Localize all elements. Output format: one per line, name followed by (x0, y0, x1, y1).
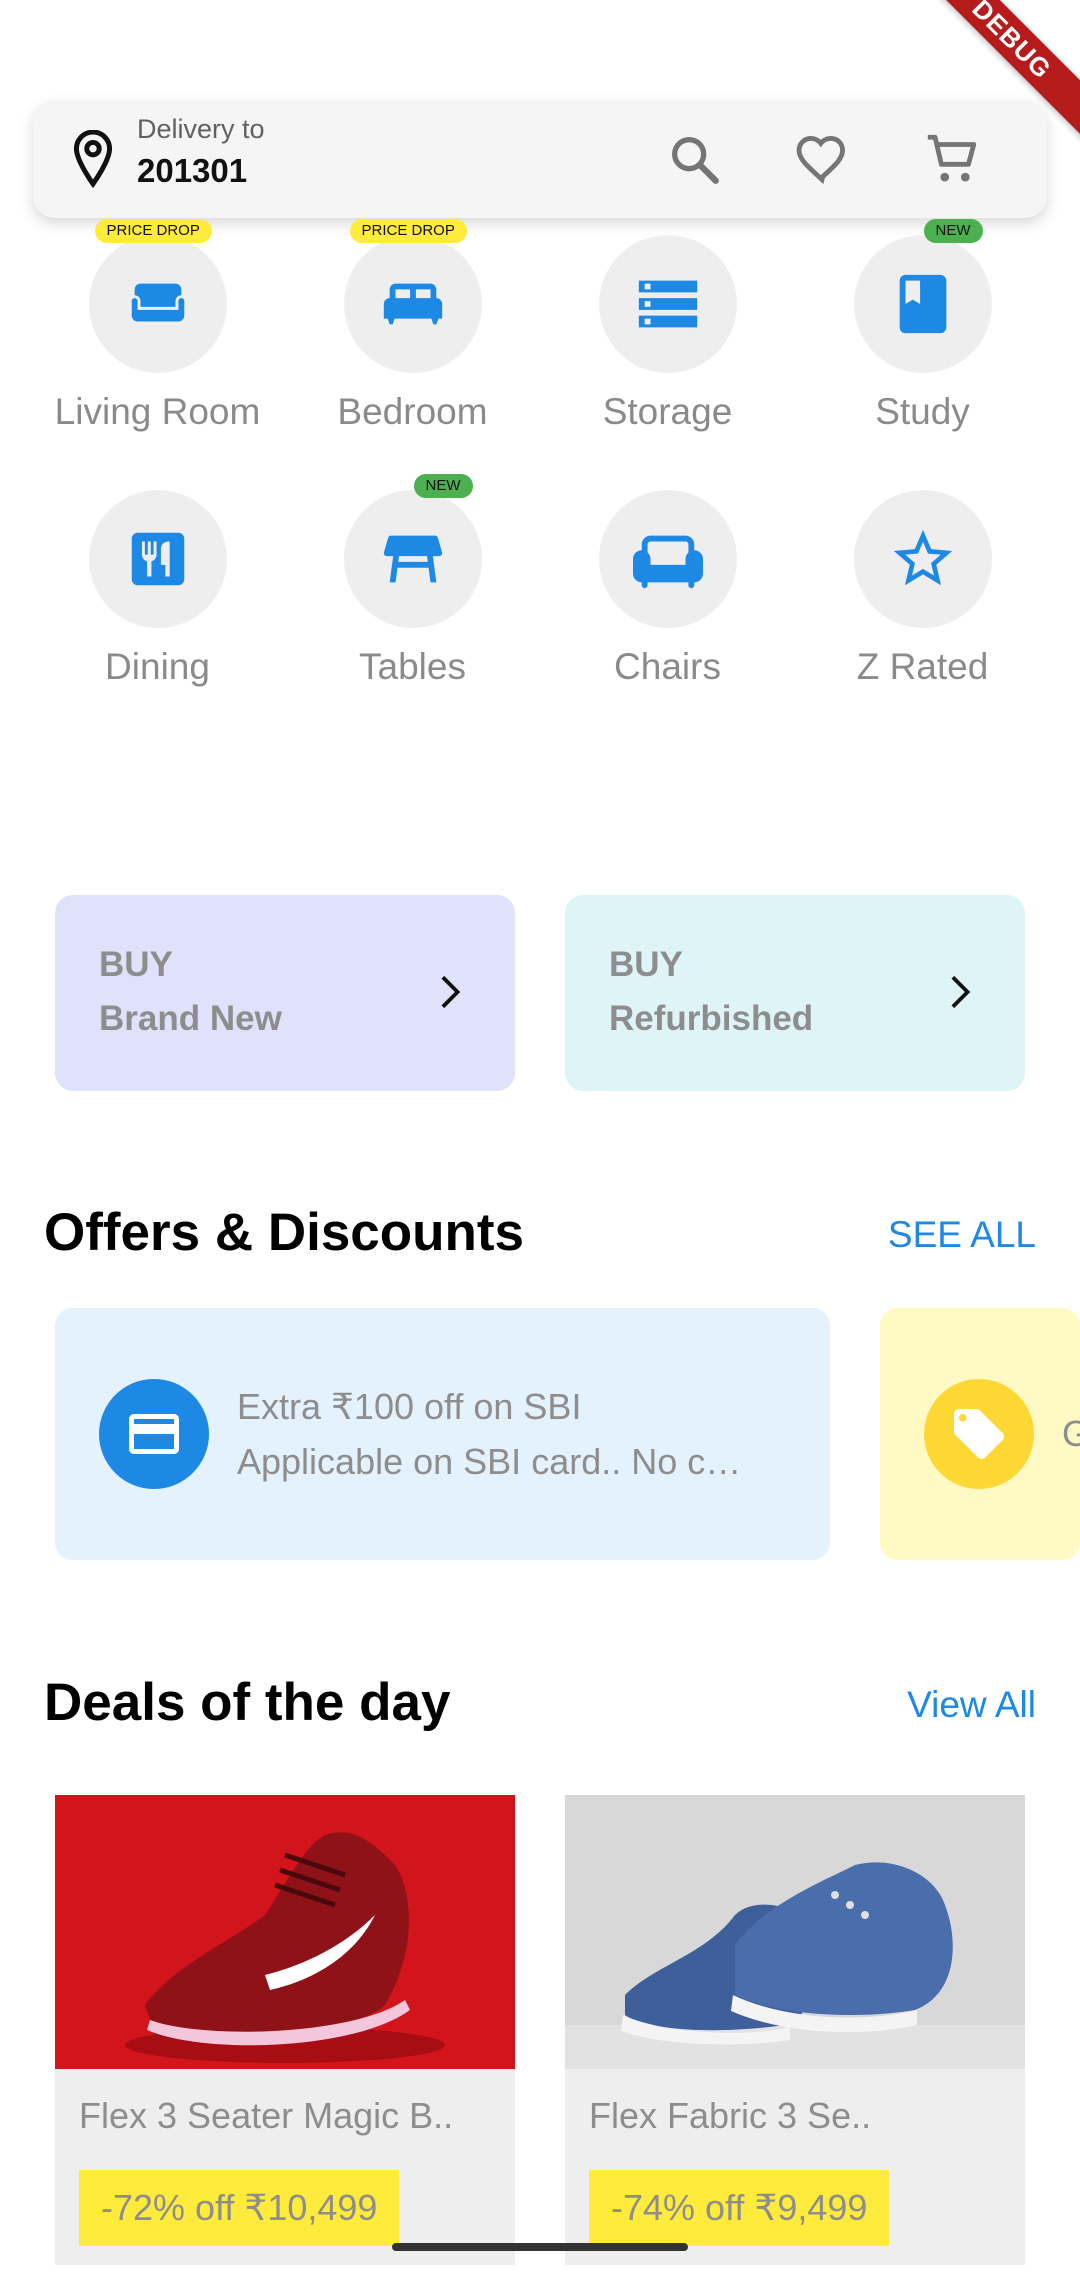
buy-card-subtitle: Refurbished (609, 999, 814, 1038)
new-badge: NEW (923, 219, 983, 243)
chevron-right-icon (441, 975, 461, 1009)
category-icon-circle: NEW (343, 474, 482, 628)
buy-card-title: BUY (609, 945, 683, 984)
table-icon (383, 535, 442, 583)
deal-price-tag: -74% off ₹9,499 (589, 2170, 890, 2246)
tag-icon (954, 1409, 1004, 1459)
category-label: Tables (359, 646, 466, 687)
category-storage[interactable]: Storage (540, 235, 795, 433)
deal-card[interactable]: Flex Fabric 3 Se.. -74% off ₹9,499 (565, 1795, 1025, 2265)
deal-card[interactable]: Flex 3 Seater Magic B.. -72% off ₹10,499 (55, 1795, 515, 2265)
buy-refurbished-card[interactable]: BUY Refurbished (565, 895, 1025, 1091)
offer-icon-circle (99, 1379, 209, 1489)
home-indicator[interactable] (392, 2243, 688, 2251)
offer-card-sbi[interactable]: Extra ₹100 off on SBI Applicable on SBI … (55, 1308, 830, 1560)
blue-shoes-image (565, 1795, 1025, 2069)
category-icon-circle (598, 490, 737, 628)
dining-icon (131, 532, 184, 586)
category-dining[interactable]: Dining (30, 490, 285, 688)
category-label: Chairs (614, 646, 721, 687)
category-icon-circle (88, 490, 227, 628)
delivery-label: Delivery to (137, 114, 265, 144)
cart-icon[interactable] (923, 130, 981, 188)
location-pin-icon[interactable] (67, 130, 119, 188)
credit-card-icon (129, 1414, 179, 1454)
book-icon (899, 274, 946, 334)
delivery-search-bar: Delivery to 201301 (33, 100, 1047, 218)
deals-view-all-link[interactable]: View All (907, 1684, 1036, 1726)
category-bedroom[interactable]: PRICE DROP Bedroom (285, 219, 540, 433)
price-drop-badge: PRICE DROP (94, 219, 212, 243)
red-sneaker-image (55, 1795, 515, 2069)
buy-card-title: BUY (99, 945, 173, 984)
category-label: Dining (105, 646, 210, 687)
bed-icon (383, 283, 442, 325)
deals-section-title: Deals of the day (44, 1673, 451, 1732)
chair-icon (632, 535, 703, 589)
offer-title: Extra ₹100 off on SBI (237, 1386, 582, 1427)
price-drop-badge: PRICE DROP (349, 219, 467, 243)
category-chairs[interactable]: Chairs (540, 490, 795, 688)
category-icon-circle: PRICE DROP (88, 219, 227, 373)
category-icon-circle: NEW (853, 219, 992, 373)
heart-icon[interactable] (793, 130, 851, 188)
search-icon[interactable] (665, 130, 723, 188)
category-label: Study (875, 391, 970, 432)
offer-card-partial[interactable]: G (880, 1308, 1080, 1560)
buy-brand-new-card[interactable]: BUY Brand New (55, 895, 515, 1091)
category-icon-circle (853, 490, 992, 628)
offers-see-all-link[interactable]: SEE ALL (888, 1214, 1036, 1256)
category-icon-circle: PRICE DROP (343, 219, 482, 373)
category-label: Bedroom (337, 391, 488, 432)
category-label: Z Rated (856, 646, 989, 687)
offer-icon-circle (924, 1379, 1034, 1489)
new-badge: NEW (413, 474, 473, 498)
deal-price-tag: -72% off ₹10,499 (79, 2170, 400, 2246)
category-label: Living Room (54, 391, 261, 432)
offer-subtitle: Applicable on SBI card.. No c… (237, 1441, 742, 1482)
star-icon (893, 529, 952, 586)
offer-title: G (1062, 1413, 1080, 1454)
category-z-rated[interactable]: Z Rated (795, 490, 1050, 688)
chevron-right-icon (951, 975, 971, 1009)
delivery-pincode[interactable]: 201301 (137, 152, 247, 190)
buy-card-subtitle: Brand New (99, 999, 282, 1038)
storage-icon (638, 280, 697, 328)
category-living-room[interactable]: PRICE DROP Living Room (30, 219, 285, 433)
deal-product-name: Flex Fabric 3 Se.. (589, 2095, 872, 2136)
sofa-icon (131, 283, 184, 322)
category-icon-circle (598, 235, 737, 373)
offers-section-title: Offers & Discounts (44, 1203, 525, 1262)
deal-product-name: Flex 3 Seater Magic B.. (79, 2095, 454, 2136)
category-tables[interactable]: NEW Tables (285, 474, 540, 688)
category-study[interactable]: NEW Study (795, 219, 1050, 433)
category-label: Storage (602, 391, 733, 432)
